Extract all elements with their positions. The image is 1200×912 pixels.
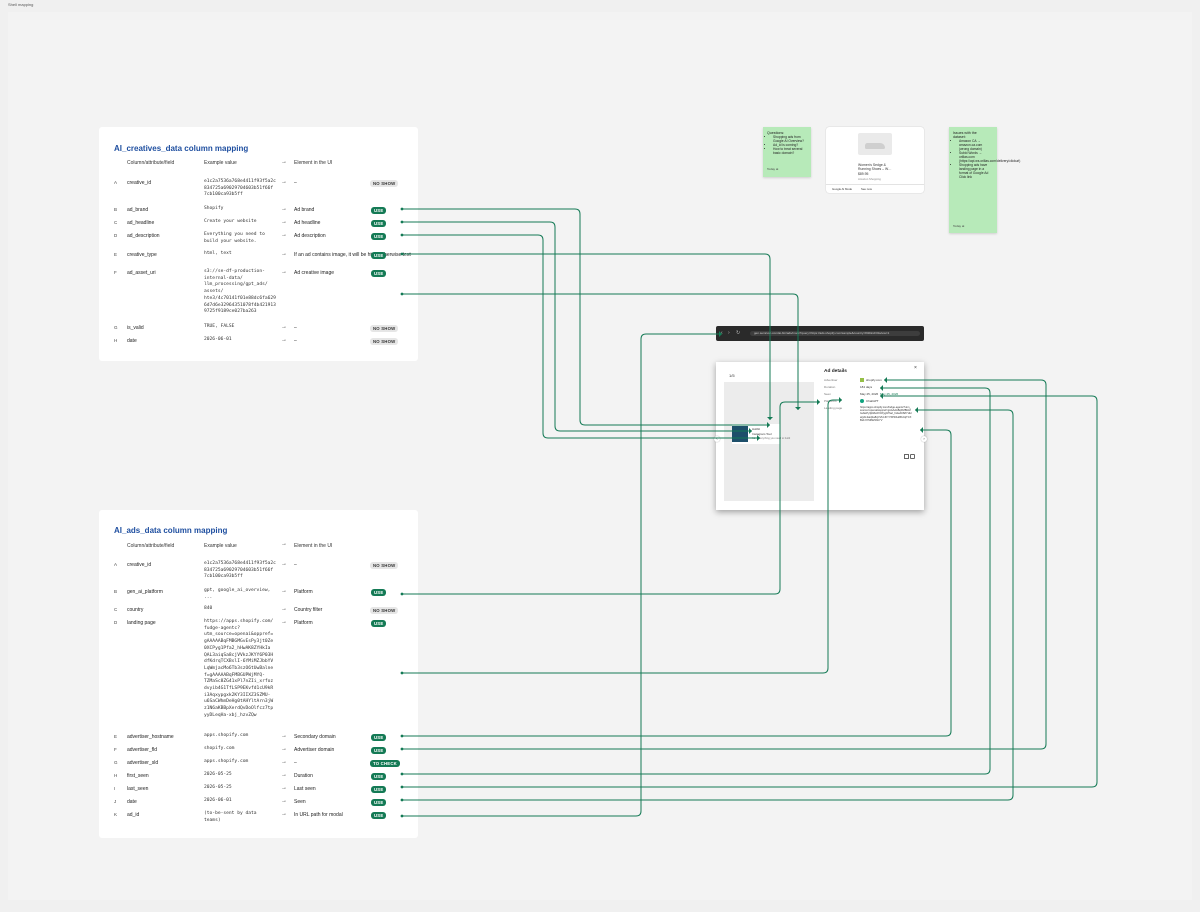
connector-lines	[400, 207, 1098, 818]
